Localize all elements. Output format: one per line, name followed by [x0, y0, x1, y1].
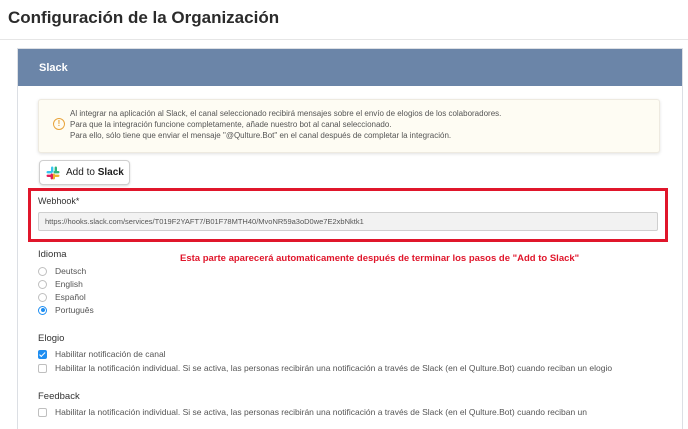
radio-deutsch[interactable]: Deutsch — [38, 266, 86, 276]
radio-selected-icon — [38, 305, 47, 315]
highlight-frame — [28, 188, 668, 242]
info-line-2: Para que la integración funcione complet… — [70, 120, 392, 129]
checkbox-icon — [38, 363, 47, 373]
info-text: Al integrar na aplicación al Slack, el c… — [70, 108, 501, 141]
radio-icon — [38, 266, 47, 276]
radio-icon — [38, 279, 47, 289]
checkbox-checked-icon — [38, 349, 47, 359]
add-to-slack-label: Add to Slack — [66, 167, 124, 178]
checkbox-individual-notification-feedback[interactable]: Habilitar la notificación individual. Si… — [38, 407, 587, 417]
elogio-label: Elogio — [38, 333, 65, 344]
annotation-text: Esta parte aparecerá automaticamente des… — [180, 253, 580, 264]
checkbox-icon — [38, 407, 47, 417]
radio-espanol[interactable]: Español — [38, 292, 86, 302]
language-label: Idioma — [38, 249, 67, 260]
radio-portugues[interactable]: Português — [38, 305, 94, 315]
slack-logo-icon — [46, 166, 60, 179]
feedback-label: Feedback — [38, 391, 80, 402]
info-box: ! Al integrar na aplicación al Slack, el… — [38, 99, 660, 153]
warning-circle-icon: ! — [53, 118, 65, 130]
radio-english[interactable]: English — [38, 279, 83, 289]
checkbox-individual-notification-elogio[interactable]: Habilitar la notificación individual. Si… — [38, 363, 612, 373]
card-header: Slack — [18, 49, 682, 86]
radio-icon — [38, 292, 47, 302]
title-divider — [0, 39, 688, 40]
info-line-1: Al integrar na aplicación al Slack, el c… — [70, 109, 502, 118]
info-line-3: Para ello, sólo tiene que enviar el mens… — [70, 131, 452, 140]
page-title: Configuración de la Organización — [8, 8, 280, 27]
checkbox-channel-notification[interactable]: Habilitar notificación de canal — [38, 349, 166, 359]
add-to-slack-button[interactable]: Add to Slack — [39, 160, 130, 185]
